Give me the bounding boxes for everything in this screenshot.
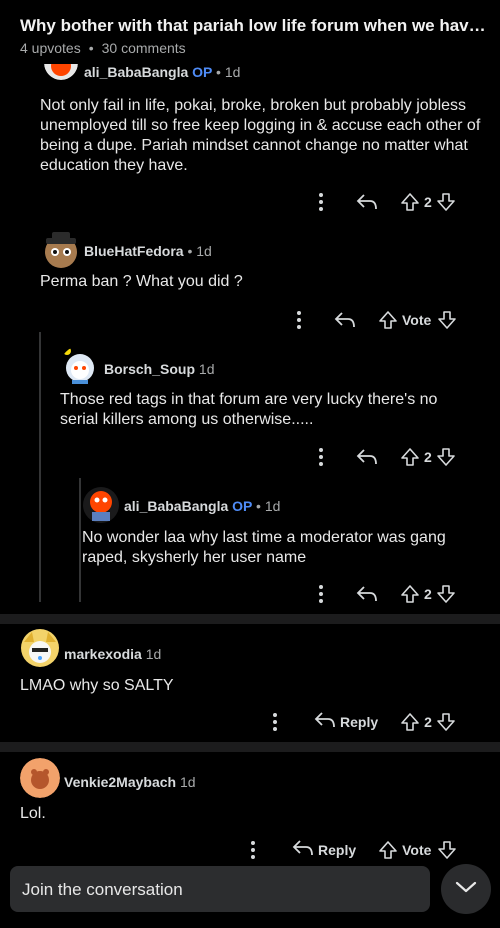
op-badge: OP bbox=[232, 498, 253, 514]
reply-button[interactable]: Reply bbox=[314, 711, 378, 734]
more-vertical-icon[interactable] bbox=[310, 584, 332, 604]
comment-actions: Vote bbox=[288, 306, 457, 334]
composer-placeholder: Join the conversation bbox=[22, 880, 183, 899]
share-arrow-icon[interactable] bbox=[356, 448, 378, 466]
downvote-arrow-icon[interactable] bbox=[436, 447, 456, 467]
avatar[interactable] bbox=[20, 758, 60, 798]
collapse-button[interactable] bbox=[441, 864, 491, 914]
score: 2 bbox=[424, 586, 432, 602]
reply-arrow-icon bbox=[314, 711, 336, 734]
upvote-arrow-icon[interactable] bbox=[378, 310, 398, 330]
share-arrow-icon[interactable] bbox=[356, 193, 378, 211]
comment-author[interactable]: BlueHatFedora • 1d bbox=[84, 243, 212, 259]
upvote-arrow-icon[interactable] bbox=[400, 192, 420, 212]
reply-label: Reply bbox=[318, 842, 357, 858]
upvote-count: 4 upvotes bbox=[20, 40, 81, 56]
score: 2 bbox=[424, 194, 432, 210]
comment-body: Those red tags in that forum are very lu… bbox=[60, 391, 438, 428]
reply-button[interactable]: Reply bbox=[292, 839, 356, 862]
avatar[interactable] bbox=[40, 230, 82, 270]
thread-separator bbox=[0, 742, 500, 752]
comment-body: Not only fail in life, pokai, broke, bro… bbox=[40, 97, 481, 174]
downvote-arrow-icon[interactable] bbox=[436, 712, 456, 732]
upvote-arrow-icon[interactable] bbox=[400, 712, 420, 732]
vote-label: Vote bbox=[402, 312, 432, 328]
more-vertical-icon[interactable] bbox=[264, 712, 286, 732]
comment-actions: 2 bbox=[310, 443, 456, 471]
comment-count: 30 comments bbox=[101, 40, 186, 56]
vote-label: Vote bbox=[402, 842, 432, 858]
comment-body: Perma ban ? What you did ? bbox=[40, 273, 243, 290]
comment-actions: Reply Vote bbox=[242, 836, 457, 864]
downvote-arrow-icon[interactable] bbox=[436, 584, 456, 604]
post-header: Why bother with that pariah low life for… bbox=[0, 0, 500, 64]
comment-author[interactable]: Venkie2Maybach 1d bbox=[64, 774, 196, 790]
post-meta: 4 upvotes • 30 comments bbox=[20, 40, 186, 56]
comment-actions: Reply 2 bbox=[264, 708, 456, 736]
avatar[interactable] bbox=[60, 346, 100, 386]
comment-body: Lol. bbox=[20, 805, 46, 822]
reply-arrow-icon bbox=[292, 839, 314, 862]
avatar[interactable] bbox=[82, 486, 120, 524]
downvote-arrow-icon[interactable] bbox=[436, 192, 456, 212]
comment-actions: 2 bbox=[310, 580, 456, 608]
share-arrow-icon[interactable] bbox=[334, 311, 356, 329]
comment-author[interactable]: ali_BabaBangla OP • 1d bbox=[124, 498, 280, 514]
meta-dot: • bbox=[88, 40, 94, 56]
thread-line[interactable] bbox=[79, 478, 81, 602]
comment-body: No wonder laa why last time a moderator … bbox=[82, 529, 446, 566]
comment-author[interactable]: Borsch_Soup 1d bbox=[104, 361, 214, 377]
thread-line[interactable] bbox=[39, 332, 41, 602]
comment-body: LMAO why so SALTY bbox=[20, 677, 174, 694]
downvote-arrow-icon[interactable] bbox=[437, 310, 457, 330]
post-title[interactable]: Why bother with that pariah low life for… bbox=[20, 16, 486, 36]
more-vertical-icon[interactable] bbox=[310, 192, 332, 212]
comment-actions: 2 bbox=[310, 188, 456, 216]
op-badge: OP bbox=[192, 64, 213, 80]
downvote-arrow-icon[interactable] bbox=[437, 840, 457, 860]
more-vertical-icon[interactable] bbox=[310, 447, 332, 467]
upvote-arrow-icon[interactable] bbox=[400, 584, 420, 604]
chevron-down-icon bbox=[455, 880, 477, 899]
upvote-arrow-icon[interactable] bbox=[400, 447, 420, 467]
score: 2 bbox=[424, 449, 432, 465]
avatar[interactable] bbox=[20, 628, 60, 668]
upvote-arrow-icon[interactable] bbox=[378, 840, 398, 860]
comment-author[interactable]: ali_BabaBangla OP • 1d bbox=[84, 64, 240, 80]
share-arrow-icon[interactable] bbox=[356, 585, 378, 603]
more-vertical-icon[interactable] bbox=[242, 840, 264, 860]
composer-bar: Join the conversation bbox=[0, 862, 500, 928]
join-conversation-input[interactable]: Join the conversation bbox=[10, 866, 430, 912]
thread-separator bbox=[0, 614, 500, 624]
comment-author[interactable]: markexodia 1d bbox=[64, 646, 161, 662]
more-vertical-icon[interactable] bbox=[288, 310, 310, 330]
score: 2 bbox=[424, 714, 432, 730]
reply-label: Reply bbox=[340, 714, 379, 730]
